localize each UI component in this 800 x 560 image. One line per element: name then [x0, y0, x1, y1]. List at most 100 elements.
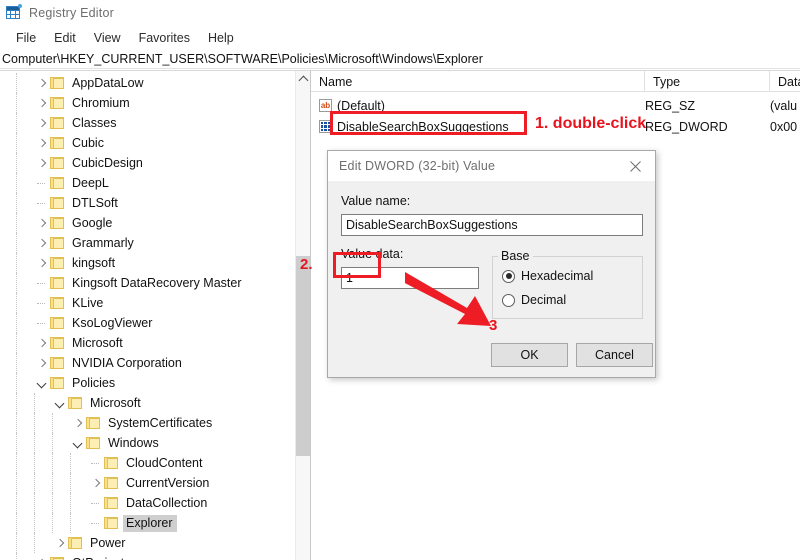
tree-item-deepl[interactable]: DeepL: [0, 173, 295, 193]
folder-icon: [50, 197, 64, 209]
tree-guide-line: [16, 313, 17, 333]
tree-item-currentversion[interactable]: CurrentVersion: [0, 473, 295, 493]
folder-icon: [68, 397, 82, 409]
tree-guide-line: [34, 493, 35, 513]
tree-item-label: KLive: [72, 295, 104, 310]
tree-guide-line: [52, 453, 53, 473]
chevron-right-icon[interactable]: [36, 237, 49, 250]
tree-item-systemcertificates[interactable]: SystemCertificates: [0, 413, 295, 433]
chevron-right-icon[interactable]: [36, 557, 49, 560]
tree-item-cubic[interactable]: Cubic: [0, 133, 295, 153]
radio-hexadecimal-indicator: [502, 269, 515, 283]
tree-guide-line: [16, 73, 17, 93]
tree-leaf-marker: [36, 297, 49, 310]
menu-item-help[interactable]: Help: [199, 29, 243, 47]
chevron-right-icon[interactable]: [36, 77, 49, 90]
tree-item-qtproject[interactable]: QtProject: [0, 553, 295, 560]
close-icon[interactable]: [615, 151, 655, 181]
chevron-right-icon[interactable]: [36, 337, 49, 350]
folder-icon: [50, 257, 64, 269]
chevron-right-icon[interactable]: [36, 257, 49, 270]
tree-item-nvidia-corporation[interactable]: NVIDIA Corporation: [0, 353, 295, 373]
scroll-up-icon[interactable]: [296, 71, 310, 87]
tree-item-cubicdesign[interactable]: CubicDesign: [0, 153, 295, 173]
chevron-down-icon[interactable]: [54, 397, 67, 410]
scrollbar-thumb[interactable]: [296, 256, 310, 456]
tree-item-kingsoft-datarecovery-master[interactable]: Kingsoft DataRecovery Master: [0, 273, 295, 293]
tree-leaf-marker: [36, 277, 49, 290]
tree-item-label: SystemCertificates: [108, 415, 213, 430]
folder-icon: [50, 217, 64, 229]
dialog-body: Value name: DisableSearchBoxSuggestions …: [328, 181, 655, 379]
menu-item-favorites[interactable]: Favorites: [130, 29, 199, 47]
column-header-type[interactable]: Type: [645, 71, 770, 92]
tree-item-label: Explorer: [123, 514, 177, 532]
radio-hexadecimal[interactable]: Hexadecimal: [502, 269, 593, 283]
column-header-data[interactable]: Data: [770, 71, 800, 92]
tree-item-ksologviewer[interactable]: KsoLogViewer: [0, 313, 295, 333]
tree-item-microsoft[interactable]: Microsoft: [0, 393, 295, 413]
tree-guide-line: [70, 453, 71, 473]
value-data-label: Value data:: [341, 247, 404, 261]
tree-item-dtlsoft[interactable]: DTLSoft: [0, 193, 295, 213]
value-data-input[interactable]: 1: [341, 267, 479, 289]
chevron-right-icon[interactable]: [36, 357, 49, 370]
tree-leaf-marker: [90, 497, 103, 510]
menu-item-file[interactable]: File: [7, 29, 45, 47]
tree-guide-line: [16, 193, 17, 213]
chevron-right-icon[interactable]: [72, 417, 85, 430]
cancel-button[interactable]: Cancel: [576, 343, 653, 367]
table-row[interactable]: ab (Default) REG_SZ (valu: [311, 95, 800, 116]
tree-item-label: Policies: [72, 375, 116, 390]
tree-item-windows[interactable]: Windows: [0, 433, 295, 453]
tree-leaf-marker: [36, 317, 49, 330]
tree-item-policies[interactable]: Policies: [0, 373, 295, 393]
chevron-right-icon[interactable]: [36, 217, 49, 230]
tree-guide-line: [16, 493, 17, 513]
value-name-text: DisableSearchBoxSuggestions: [337, 119, 509, 134]
tree-guide-line: [70, 493, 71, 513]
tree-item-label: KsoLogViewer: [72, 315, 153, 330]
tree-item-chromium[interactable]: Chromium: [0, 93, 295, 113]
tree-item-label: NVIDIA Corporation: [72, 355, 182, 370]
chevron-right-icon[interactable]: [36, 97, 49, 110]
annotation-step-1: 1. double-click: [535, 115, 647, 132]
chevron-right-icon[interactable]: [36, 117, 49, 130]
radio-decimal[interactable]: Decimal: [502, 293, 566, 307]
chevron-right-icon[interactable]: [54, 537, 67, 550]
tree-scrollbar[interactable]: [295, 71, 310, 560]
folder-icon: [86, 417, 100, 429]
radio-decimal-label: Decimal: [521, 293, 567, 307]
tree-guide-line: [16, 213, 17, 233]
tree-item-power[interactable]: Power: [0, 533, 295, 553]
tree-guide-line: [16, 273, 17, 293]
tree-item-datacollection[interactable]: DataCollection: [0, 493, 295, 513]
chevron-right-icon[interactable]: [90, 477, 103, 490]
tree-item-microsoft[interactable]: Microsoft: [0, 333, 295, 353]
tree-item-kingsoft[interactable]: kingsoft: [0, 253, 295, 273]
chevron-down-icon[interactable]: [36, 377, 49, 390]
tree-item-grammarly[interactable]: Grammarly: [0, 233, 295, 253]
chevron-right-icon[interactable]: [36, 137, 49, 150]
value-name-label: Value name:: [341, 194, 411, 208]
tree-guide-line: [16, 293, 17, 313]
tree-item-klive[interactable]: KLive: [0, 293, 295, 313]
chevron-right-icon[interactable]: [36, 157, 49, 170]
folder-icon: [68, 537, 82, 549]
address-bar[interactable]: Computer\HKEY_CURRENT_USER\SOFTWARE\Poli…: [0, 50, 800, 69]
column-header-name[interactable]: Name: [311, 71, 645, 92]
menu-item-edit[interactable]: Edit: [45, 29, 85, 47]
tree-item-classes[interactable]: Classes: [0, 113, 295, 133]
value-name-text: (Default): [337, 98, 385, 113]
tree-guide-line: [52, 433, 53, 453]
value-name-input[interactable]: DisableSearchBoxSuggestions: [341, 214, 643, 236]
menu-item-view[interactable]: View: [85, 29, 130, 47]
tree-guide-line: [16, 413, 17, 433]
chevron-down-icon[interactable]: [72, 437, 85, 450]
edit-dword-dialog: Edit DWORD (32-bit) Value Value name: Di…: [327, 150, 656, 378]
tree-item-cloudcontent[interactable]: CloudContent: [0, 453, 295, 473]
tree-item-explorer[interactable]: Explorer: [0, 513, 295, 533]
tree-item-google[interactable]: Google: [0, 213, 295, 233]
tree-item-appdatalow[interactable]: AppDataLow: [0, 73, 295, 93]
ok-button[interactable]: OK: [491, 343, 568, 367]
